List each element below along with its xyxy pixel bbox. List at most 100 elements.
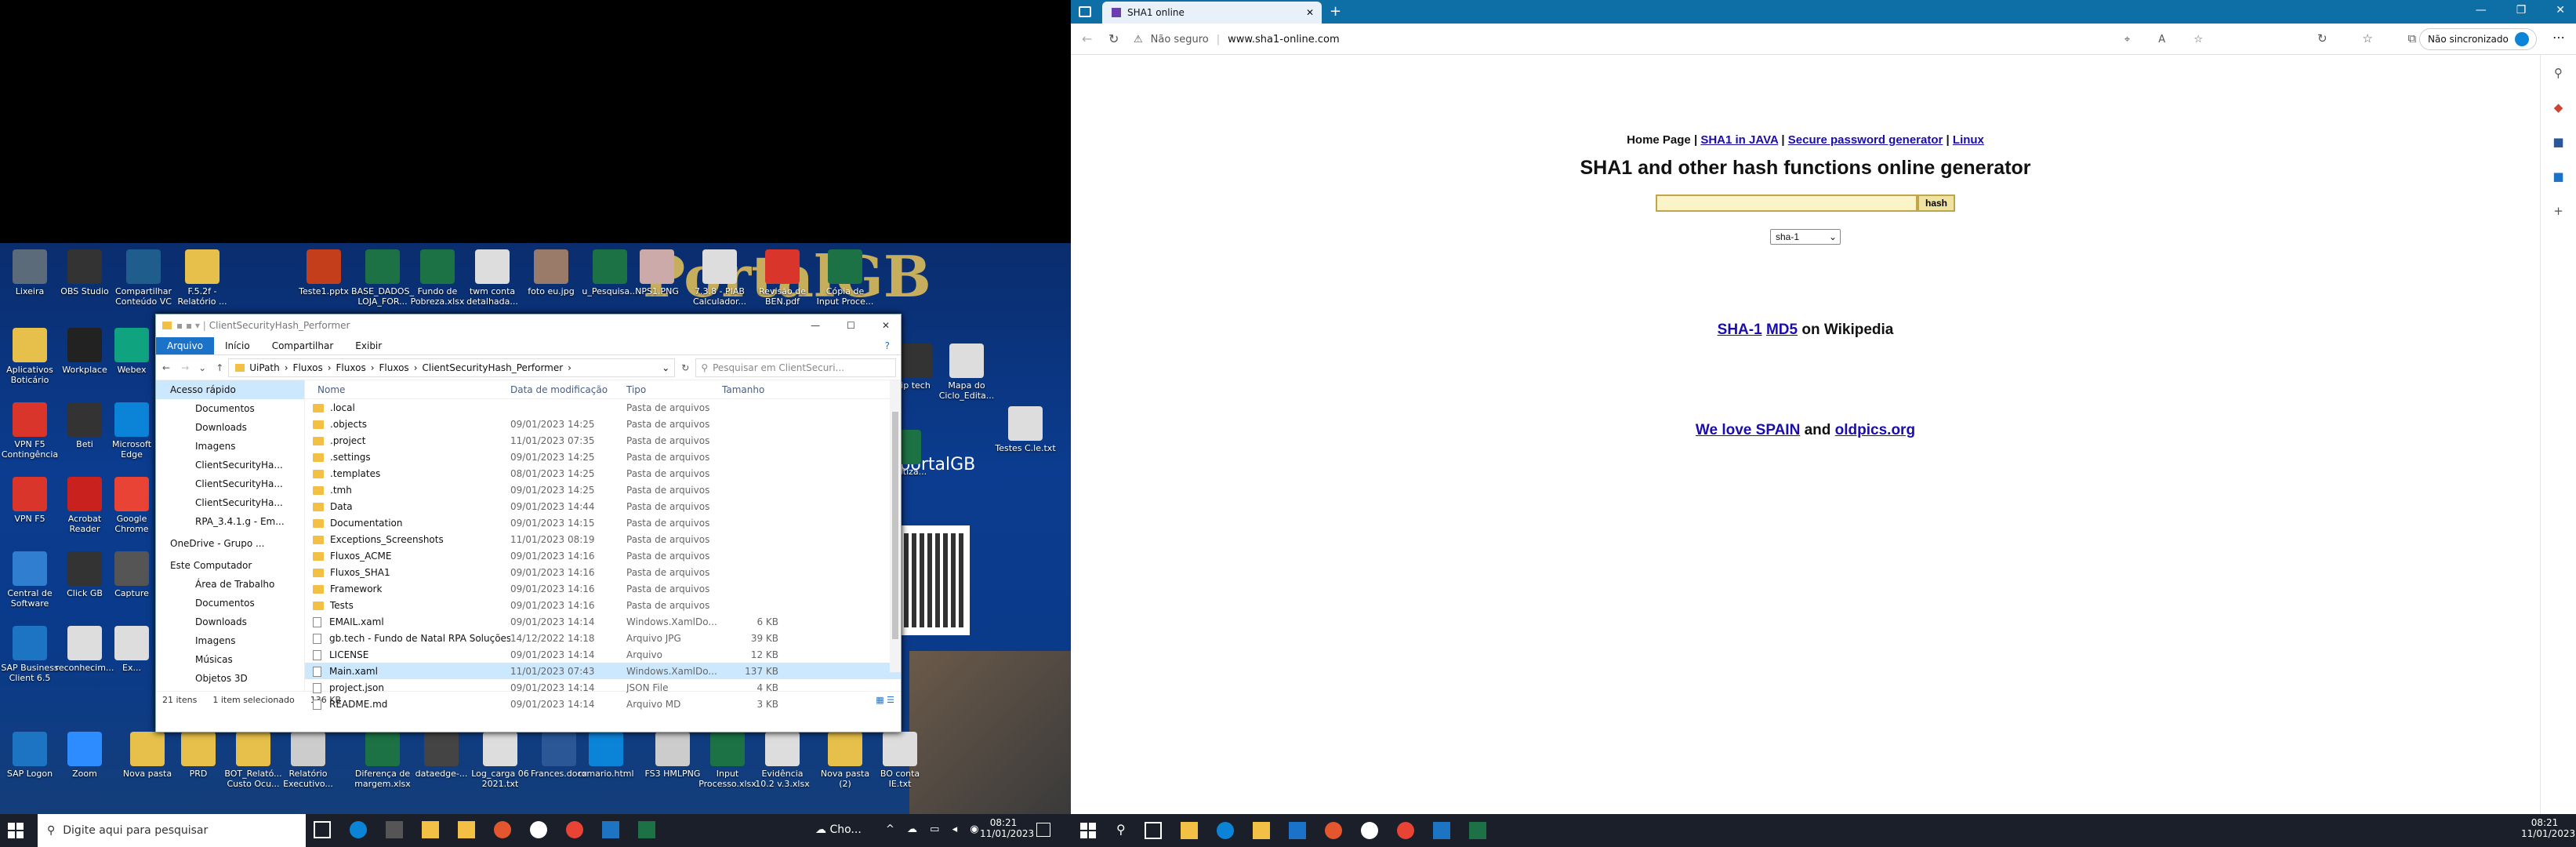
nav-item[interactable]: Documentos xyxy=(156,399,304,418)
refresh-icon[interactable]: ↻ xyxy=(675,362,695,373)
profile-button[interactable]: Não sincronizado xyxy=(2419,28,2537,50)
col-tamanho[interactable]: Tamanho xyxy=(722,384,785,395)
hash-input[interactable] xyxy=(1656,194,1917,212)
system-tray[interactable]: ^ ☁ ▭ ◂ ◉ xyxy=(886,823,984,835)
weather[interactable]: ☁ Cho... xyxy=(815,823,862,836)
address-bar[interactable]: UiPath › Fluxos › Fluxos › Fluxos › ClientSe… xyxy=(228,358,676,377)
reload-icon[interactable]: ↻ xyxy=(1108,31,1119,46)
link-sha1-java[interactable]: SHA1 in JAVA xyxy=(1700,133,1778,147)
chrome-icon[interactable] xyxy=(1396,822,1414,839)
desktop-icon[interactable]: Cópia de Input Proce... xyxy=(814,249,876,307)
url-text[interactable]: www.sha1-online.com xyxy=(1228,34,1340,45)
file-row[interactable]: Fluxos_ACME 09/01/2023 14:16 Pasta de arqu… xyxy=(305,547,901,564)
nav-item[interactable]: Documentos xyxy=(156,594,304,613)
nav-item[interactable]: Este Computador xyxy=(156,556,304,575)
path-dropdown-icon[interactable]: ⌄ xyxy=(662,362,674,373)
folder-icon[interactable] xyxy=(1252,822,1270,839)
desktop-icon[interactable]: foto eu.jpg xyxy=(520,249,582,296)
explorer-titlebar[interactable]: ▪ ▪ ▾ | ClientSecurityHash_Performer — ☐… xyxy=(156,314,901,336)
desktop-icon[interactable]: Evidência 10.2 v.3.xlsx xyxy=(751,732,814,789)
algorithm-select[interactable]: sha-1 ⌄ xyxy=(1770,229,1841,245)
col-data[interactable]: Data de modificação xyxy=(510,384,626,395)
omnibox[interactable]: ⚠ Não seguro | www.sha1-online.com ⌖ A ☆ xyxy=(1134,28,2215,50)
obs-icon[interactable] xyxy=(530,821,547,838)
notification-icon[interactable] xyxy=(1036,823,1050,837)
minimize-icon[interactable]: — xyxy=(2476,4,2487,16)
file-row[interactable]: Exceptions_Screenshots 11/01/2023 08:19 Pa… xyxy=(305,531,901,547)
folder-icon[interactable] xyxy=(458,821,475,838)
desktop-icon[interactable]: romario.html xyxy=(575,732,637,779)
path-uipath[interactable]: UiPath xyxy=(249,362,279,373)
desktop-icon[interactable]: twm conta detalhada... xyxy=(461,249,524,307)
desktop-icon[interactable]: Microsoft Edge xyxy=(100,402,163,460)
sap-icon[interactable] xyxy=(1432,822,1450,839)
recent-chevron-icon[interactable]: ⌄ xyxy=(194,362,211,373)
clock[interactable]: 08:21 11/01/2023 xyxy=(980,817,1034,839)
desktop-icon[interactable]: Teste1.pptx xyxy=(292,249,355,296)
desktop-icon[interactable]: Fundo de Pobreza.xlsx xyxy=(406,249,469,307)
tab-compartilhar[interactable]: Compartilhar xyxy=(261,337,345,354)
file-row[interactable]: EMAIL.xaml 09/01/2023 14:14 Windows.XamlDo… xyxy=(305,613,901,630)
desktop-icon[interactable]: BO conta IE.txt xyxy=(869,732,931,789)
nav-item[interactable]: Downloads xyxy=(156,418,304,437)
file-explorer-icon[interactable] xyxy=(422,821,439,838)
tab-close-icon[interactable]: ✕ xyxy=(1306,7,1314,18)
tab-exibir[interactable]: Exibir xyxy=(344,337,393,354)
office-icon[interactable]: ■ xyxy=(2552,135,2563,149)
store-icon[interactable] xyxy=(1288,822,1306,839)
sap-icon[interactable] xyxy=(602,821,619,838)
hash-button[interactable]: hash xyxy=(1917,194,1956,212)
maximize-icon[interactable]: ☐ xyxy=(847,320,855,331)
nav-item[interactable]: ClientSecurityHa... xyxy=(156,456,304,474)
browser-tab[interactable]: SHA1 online ✕ xyxy=(1102,2,1322,24)
firefox-icon[interactable] xyxy=(1324,822,1342,839)
col-nome[interactable]: Nome xyxy=(305,384,510,395)
tab-arquivo[interactable]: Arquivo xyxy=(156,336,214,354)
nav-item[interactable]: Downloads xyxy=(156,613,304,631)
store-icon[interactable] xyxy=(386,821,403,838)
forward-arrow-icon[interactable]: → xyxy=(176,362,194,373)
file-row[interactable]: .local Pasta de arquivos xyxy=(305,399,901,416)
desktop-icon[interactable]: FS3 HMLPNG xyxy=(641,732,704,779)
file-row[interactable]: .tmh 09/01/2023 14:25 Pasta de arquivos xyxy=(305,482,901,498)
desktop-icon[interactable]: Log_carga 06 2021.txt xyxy=(469,732,532,789)
file-row[interactable]: .settings 09/01/2023 14:25 Pasta de arquiv… xyxy=(305,449,901,465)
path-fluxos-3[interactable]: Fluxos xyxy=(379,362,409,373)
new-tab-icon[interactable]: + xyxy=(1330,3,1341,20)
file-row[interactable]: Documentation 09/01/2023 14:15 Pasta de ar… xyxy=(305,514,901,531)
outlook-icon[interactable]: ■ xyxy=(2552,169,2563,184)
clock[interactable]: 08:21 11/01/2023 xyxy=(2521,817,2575,839)
search-icon[interactable]: ⚲ xyxy=(1116,822,1126,839)
firefox-icon[interactable] xyxy=(494,821,511,838)
desktop-icon[interactable]: F.5.2f - Relatório ... xyxy=(171,249,234,307)
minimize-icon[interactable]: — xyxy=(811,320,820,331)
file-row[interactable]: Tests 09/01/2023 14:16 Pasta de arquivos xyxy=(305,597,901,613)
shopping-icon[interactable]: ◆ xyxy=(2554,100,2563,115)
omnibox-action-icons[interactable]: ⌖ A ☆ xyxy=(2124,34,2215,45)
desktop-icon[interactable]: Input Processo.xlsx xyxy=(696,732,759,789)
desktop-icon[interactable]: Compartilhar Conteúdo VC xyxy=(112,249,175,307)
desktop-icon[interactable]: Testes C.le.txt xyxy=(994,406,1057,453)
file-explorer-icon[interactable] xyxy=(1180,822,1198,839)
link-password-generator[interactable]: Secure password generator xyxy=(1788,133,1943,147)
nav-item[interactable]: RPA_3.4.1.g - Em... xyxy=(156,512,304,531)
close-icon[interactable]: ✕ xyxy=(2556,4,2565,16)
desktop-icon[interactable]: Webex xyxy=(100,328,163,375)
desktop-icon[interactable]: Lixeira xyxy=(0,249,61,296)
desktop-icon[interactable]: Revisão de BEN.pdf xyxy=(751,249,814,307)
desktop-icon[interactable]: Nova pasta (2) xyxy=(814,732,876,789)
tab-inicio[interactable]: Início xyxy=(214,337,261,354)
file-row[interactable]: LICENSE 09/01/2023 14:14 Arquivo 12 KB xyxy=(305,646,901,663)
uipath-icon[interactable] xyxy=(1468,822,1486,839)
security-label[interactable]: Não seguro xyxy=(1151,34,1209,45)
add-icon[interactable]: + xyxy=(2553,204,2563,218)
more-menu-icon[interactable]: ⋯ xyxy=(2552,30,2565,45)
file-row[interactable]: Fluxos_SHA1 09/01/2023 14:16 Pasta de arqu… xyxy=(305,564,901,580)
taskbar-search[interactable]: ⚲ Digite aqui para pesquisar xyxy=(38,814,306,847)
nav-item[interactable]: Acesso rápido xyxy=(156,380,304,399)
file-row[interactable]: project.json 09/01/2023 14:14 JSON File 4 K… xyxy=(305,679,901,696)
desktop-icon[interactable]: dataedge-... xyxy=(410,732,473,779)
restore-icon[interactable]: ❐ xyxy=(2516,4,2527,16)
windows-start-icon[interactable] xyxy=(1080,823,1096,838)
desktop-icon[interactable]: 7.3.8 - PIAB Calculador... xyxy=(688,249,751,307)
